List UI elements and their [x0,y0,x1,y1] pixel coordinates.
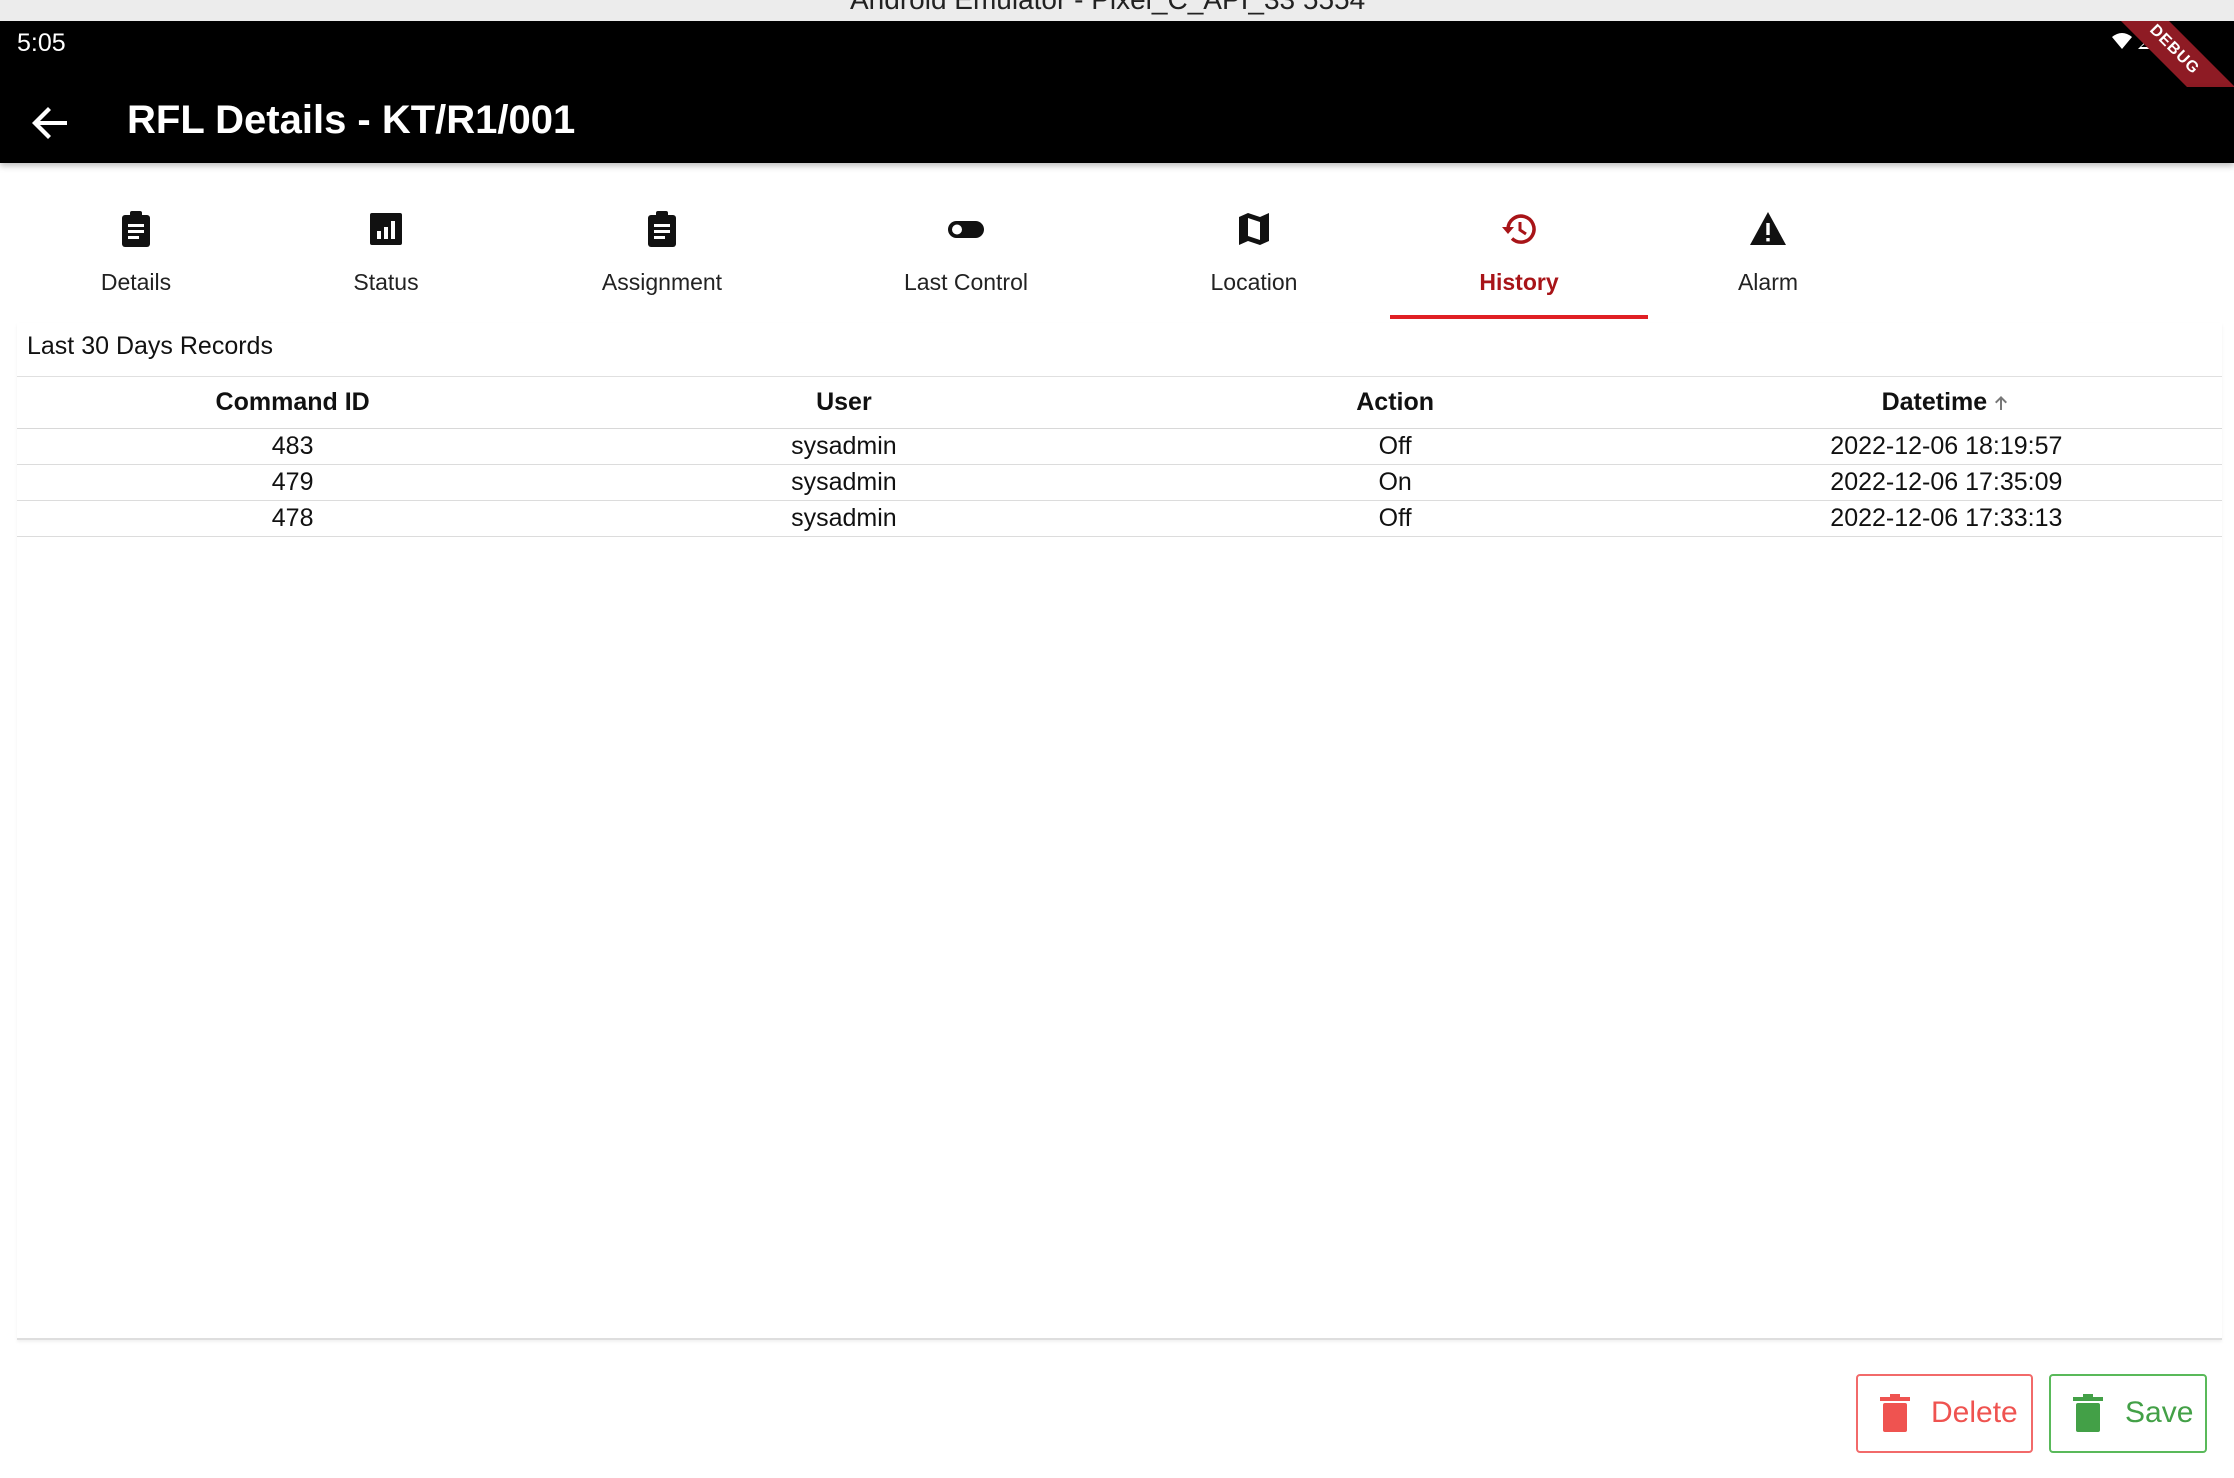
cell-command-id: 479 [271,468,314,496]
tab-assignment[interactable]: Assignment [562,163,762,323]
tab-bar: Details Status Assignment Last Control L… [0,163,2234,323]
column-header-user[interactable]: User [568,377,1119,429]
table-row[interactable]: 479 sysadmin On 2022-12-06 17:35:09 [17,465,2222,501]
cell-user: sysadmin [791,504,897,532]
column-header-datetime[interactable]: Datetime [1671,377,2222,429]
back-button[interactable] [25,97,77,149]
records-table: Command ID User Action Datetime 483 sysa… [17,376,2222,537]
emulator-title: Android Emulator - Pixel_C_API_33 5554 [850,0,1365,16]
tab-label: History [1479,269,1559,295]
cell-user: sysadmin [791,432,897,460]
tab-alarm[interactable]: Alarm [1668,163,1868,323]
wifi-icon [2112,33,2132,49]
column-header-action[interactable]: Action [1120,377,1671,429]
status-bar: 5:05 DEBUG [0,21,2234,154]
cell-user: sysadmin [791,468,897,496]
app-bar: RFL Details - KT/R1/001 [0,87,2234,163]
app-window: 5:05 DEBUG RFL Details - KT/R1/001 Detai… [0,21,2234,1478]
table-row[interactable]: 478 sysadmin Off 2022-12-06 17:33:13 [17,501,2222,537]
warning-icon [1750,212,1786,245]
tab-label: Alarm [1737,269,1799,295]
cell-datetime: 2022-12-06 17:33:13 [1830,504,2063,532]
table-row[interactable]: 483 sysadmin Off 2022-12-06 18:19:57 [17,429,2222,465]
page-title: RFL Details - KT/R1/001 [127,98,576,142]
map-icon [1239,213,1269,245]
records-heading: Last 30 Days Records [27,332,273,360]
tab-last-control[interactable]: Last Control [866,163,1066,323]
cell-command-id: 478 [271,504,314,532]
table-header-row: Command ID User Action Datetime [17,376,2222,429]
tab-details[interactable]: Details [36,163,236,323]
records-panel: Last 30 Days Records Command ID User Act… [17,323,2222,1340]
trash-icon [1880,1394,1910,1432]
tab-history[interactable]: History [1419,163,1619,323]
cell-command-id: 483 [271,432,314,460]
tab-label: Location [1210,269,1298,295]
delete-button[interactable]: Delete [1856,1374,2033,1453]
active-tab-indicator [1390,315,1648,319]
tab-label: Details [100,269,172,295]
save-button[interactable]: Save [2049,1374,2207,1453]
arrow-back-icon [32,107,67,139]
tab-label: Assignment [601,269,723,295]
tab-label: Status [353,269,419,295]
column-header-command-id[interactable]: Command ID [17,377,568,429]
tab-status[interactable]: Status [286,163,486,323]
save-button-label: Save [2125,1396,2194,1429]
emulator-title-bar: Android Emulator - Pixel_C_API_33 5554 [0,0,2234,21]
sort-ascending-icon [1995,396,2008,411]
toggle-icon [948,221,984,238]
cell-datetime: 2022-12-06 18:19:57 [1830,432,2063,460]
tab-label: Last Control [903,269,1028,295]
clipboard-icon [122,211,150,247]
cell-action: Off [1378,432,1412,460]
cell-action: Off [1378,504,1412,532]
trash-icon [2073,1394,2103,1432]
delete-button-label: Delete [1931,1396,2018,1429]
tab-location[interactable]: Location [1154,163,1354,323]
assignment-icon [648,211,676,247]
history-icon [1502,214,1536,244]
bar-chart-icon [370,213,402,245]
cell-action: On [1378,468,1412,496]
status-time: 5:05 [17,29,66,57]
cell-datetime: 2022-12-06 17:35:09 [1830,468,2063,496]
